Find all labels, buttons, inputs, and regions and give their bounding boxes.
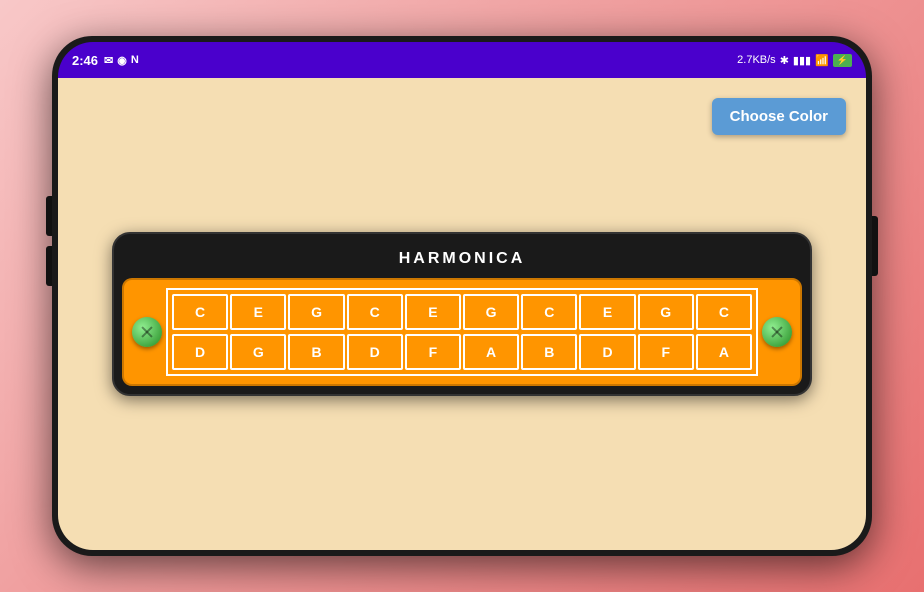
top-key-C-6[interactable]: C [521,294,577,330]
status-right: 2.7KB/s ✱ ▮▮▮ 📶 ⚡ [737,54,852,67]
bottom-key-D-3[interactable]: D [347,334,403,370]
top-key-E-7[interactable]: E [579,294,635,330]
top-key-E-4[interactable]: E [405,294,461,330]
phone-screen: 2:46 ✉ ◉ N 2.7KB/s ✱ ▮▮▮ 📶 ⚡ Choose Colo… [58,42,866,550]
volume-down-button[interactable] [46,246,52,286]
signal-icon: ▮▮▮ [793,54,811,67]
battery-icon: ⚡ [833,54,852,67]
bluetooth-icon: ✱ [780,54,789,67]
status-icons: ✉ ◉ N [104,54,139,67]
bottom-key-D-0[interactable]: D [172,334,228,370]
bottom-key-B-6[interactable]: B [521,334,577,370]
mail-icon: ✉ [104,54,113,67]
clock: 2:46 [72,53,98,68]
left-screw [132,317,162,347]
bottom-key-D-7[interactable]: D [579,334,635,370]
harmonica-body: CEGCEGCEGC DGBDFABDFA [122,278,802,386]
top-keys-row: CEGCEGCEGC [172,294,752,330]
wifi-icon: 📶 [815,54,829,67]
status-left: 2:46 ✉ ◉ N [72,53,139,68]
app-content: Choose Color HARMONICA CEGCEGCEGC DGBDFA… [58,78,866,550]
top-key-C-3[interactable]: C [347,294,403,330]
power-button[interactable] [872,216,878,276]
volume-up-button[interactable] [46,196,52,236]
instagram-icon: ◉ [117,54,127,67]
bottom-key-G-1[interactable]: G [230,334,286,370]
choose-color-button[interactable]: Choose Color [712,98,846,135]
phone-shell: 2:46 ✉ ◉ N 2.7KB/s ✱ ▮▮▮ 📶 ⚡ Choose Colo… [52,36,872,556]
top-key-E-1[interactable]: E [230,294,286,330]
harmonica-title: HARMONICA [122,242,802,278]
top-key-G-8[interactable]: G [638,294,694,330]
bottom-key-A-5[interactable]: A [463,334,519,370]
bottom-key-F-8[interactable]: F [638,334,694,370]
top-key-C-0[interactable]: C [172,294,228,330]
bottom-key-A-9[interactable]: A [696,334,752,370]
top-key-G-2[interactable]: G [288,294,344,330]
keys-grid: CEGCEGCEGC DGBDFABDFA [166,288,758,376]
bottom-key-B-2[interactable]: B [288,334,344,370]
harmonica-container: HARMONICA CEGCEGCEGC DGBDFABDFA [112,232,812,396]
right-screw [762,317,792,347]
notification-icon: N [131,54,139,66]
network-speed: 2.7KB/s [737,54,776,66]
top-key-G-5[interactable]: G [463,294,519,330]
bottom-key-F-4[interactable]: F [405,334,461,370]
status-bar: 2:46 ✉ ◉ N 2.7KB/s ✱ ▮▮▮ 📶 ⚡ [58,42,866,78]
bottom-keys-row: DGBDFABDFA [172,334,752,370]
top-key-C-9[interactable]: C [696,294,752,330]
